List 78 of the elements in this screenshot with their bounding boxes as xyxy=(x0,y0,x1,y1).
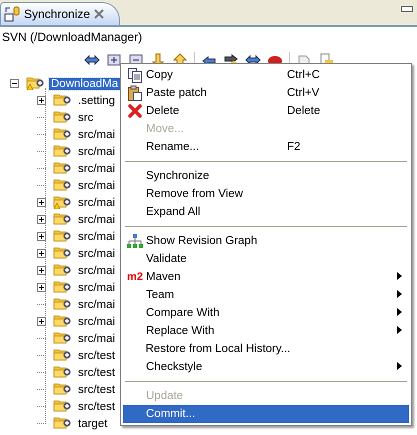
folder-icon xyxy=(53,176,71,192)
toolbar-icon[interactable] xyxy=(106,52,122,68)
toolbar-icon[interactable] xyxy=(84,52,100,68)
menu-item[interactable]: Validate xyxy=(123,250,409,268)
graph-icon xyxy=(127,234,143,248)
folder-icon xyxy=(53,228,71,242)
close-icon[interactable] xyxy=(94,9,104,19)
expand-icon[interactable] xyxy=(37,215,46,224)
tree-item[interactable]: src/mai xyxy=(76,282,118,294)
maven-icon: m2 xyxy=(127,271,143,283)
folder-icon xyxy=(53,330,71,344)
menu-item[interactable]: Remove from View xyxy=(123,185,409,203)
tree-item[interactable]: src/mai xyxy=(76,316,118,328)
menu-item[interactable]: Show Revision Graph xyxy=(123,232,409,250)
tree-item[interactable]: src/mai xyxy=(76,128,118,140)
menu-item[interactable]: Replace With xyxy=(123,322,409,340)
tree-item[interactable]: src/mai xyxy=(76,264,118,276)
menu-item[interactable]: Paste patch Ctrl+V xyxy=(123,84,409,102)
folder-icon xyxy=(53,346,71,362)
folder-icon xyxy=(53,108,71,124)
tree-item[interactable]: src/mai xyxy=(76,248,118,260)
menu-item[interactable]: Commit... xyxy=(123,405,409,423)
menu-item[interactable]: Expand All xyxy=(123,203,409,221)
clipboard-icon xyxy=(128,85,142,101)
tree-item[interactable]: target xyxy=(76,418,110,430)
view-label: SVN (/DownloadManager) xyxy=(0,27,417,47)
menu-item[interactable]: Rename... F2 xyxy=(123,138,409,156)
folder-icon xyxy=(53,414,71,430)
folder-icon xyxy=(53,210,71,226)
tree-item[interactable]: src/mai xyxy=(76,214,118,226)
menu-item[interactable]: Compare With xyxy=(123,304,409,322)
tree-item[interactable]: src/mai xyxy=(76,298,118,310)
tree-item[interactable]: .setting xyxy=(76,94,118,106)
expand-icon[interactable] xyxy=(37,96,46,105)
folder-icon xyxy=(53,380,71,396)
tree-item[interactable]: DownloadMa xyxy=(49,78,120,90)
tree-item[interactable]: src/mai xyxy=(76,332,118,344)
expand-icon[interactable] xyxy=(37,283,46,292)
menu-item[interactable]: Restore from Local History... xyxy=(123,340,409,358)
folder-icon xyxy=(53,142,71,158)
view-tab[interactable]: Synchronize xyxy=(0,2,120,25)
tree-item[interactable]: src/test xyxy=(76,366,118,378)
collapse-icon[interactable] xyxy=(10,79,19,88)
tree-item[interactable]: src/test xyxy=(76,350,118,362)
folder-icon xyxy=(53,126,71,140)
folder-icon xyxy=(53,160,71,174)
folder-icon xyxy=(53,92,71,106)
menu-item[interactable]: Synchronize xyxy=(123,167,409,185)
expand-icon[interactable] xyxy=(37,317,46,326)
expand-icon[interactable] xyxy=(37,266,46,275)
folder-icon xyxy=(53,244,71,260)
sync-icon xyxy=(4,6,20,22)
tree-item[interactable]: src/mai xyxy=(76,162,118,174)
expand-icon[interactable] xyxy=(37,198,46,207)
tree-item[interactable]: src/mai xyxy=(76,230,118,242)
folder-icon xyxy=(53,312,71,328)
menu-item[interactable]: Checkstyle xyxy=(123,358,409,376)
folder-icon xyxy=(53,296,71,310)
tree-item[interactable]: src/test xyxy=(76,400,118,412)
tree-item[interactable]: src/mai xyxy=(76,146,118,158)
expand-icon[interactable] xyxy=(37,249,46,258)
copy-icon xyxy=(128,68,142,82)
tree-item[interactable]: src/mai xyxy=(76,196,118,208)
expand-icon[interactable] xyxy=(37,232,46,241)
minimize-icon[interactable] xyxy=(401,6,413,12)
menu-item[interactable]: Delete Delete xyxy=(123,102,409,120)
folder-icon xyxy=(53,278,71,294)
folder-icon xyxy=(53,364,71,378)
menu-item[interactable]: Team xyxy=(123,286,409,304)
tree-item[interactable]: src/mai xyxy=(76,180,118,192)
folder-icon xyxy=(53,262,71,276)
folder-icon xyxy=(53,398,71,412)
tree-item[interactable]: src xyxy=(76,112,96,124)
warning-folder-icon xyxy=(53,194,71,208)
menu-item[interactable]: m2 Maven xyxy=(123,268,409,286)
delete-icon xyxy=(128,104,142,118)
tree-item[interactable]: src/test xyxy=(76,384,118,396)
menu-item[interactable]: Copy Ctrl+C xyxy=(123,66,409,84)
